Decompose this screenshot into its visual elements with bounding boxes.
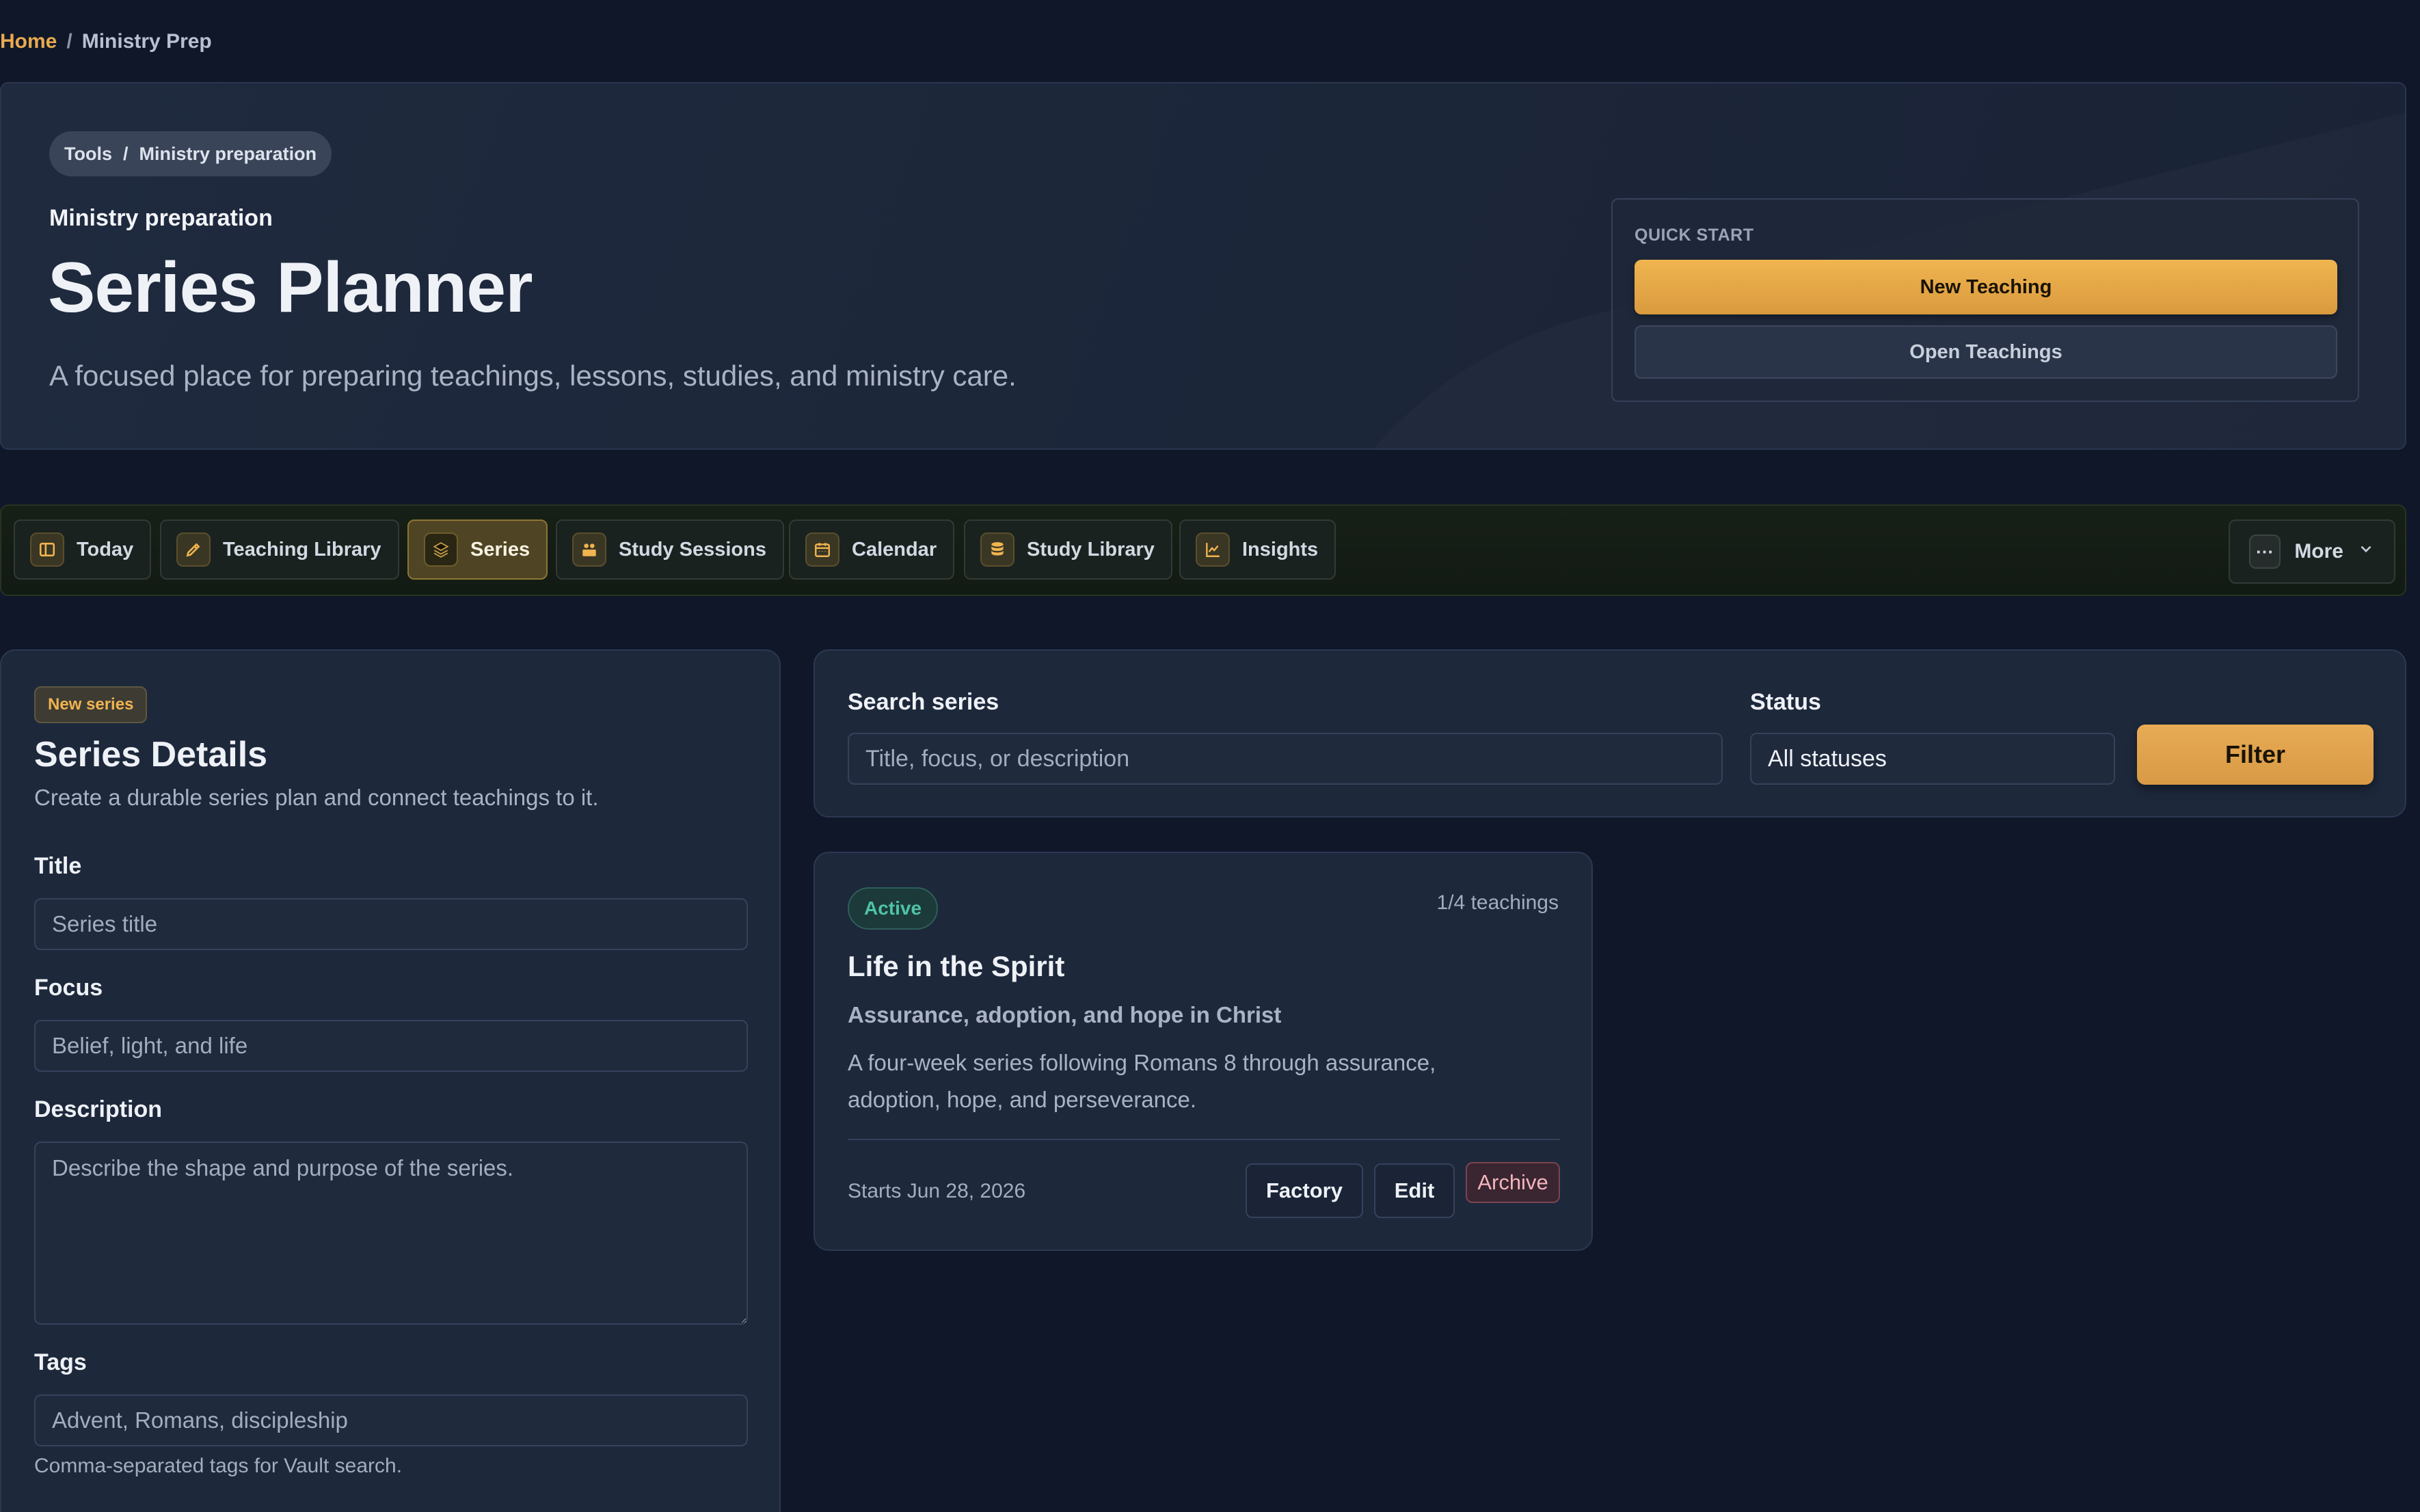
- tab-label: Study Library: [1027, 538, 1155, 561]
- quick-start-label: QUICK START: [1635, 226, 1754, 245]
- layers-icon: [424, 532, 458, 567]
- status-label: Status: [1750, 689, 1821, 715]
- filter-button[interactable]: Filter: [2137, 725, 2374, 785]
- series-title[interactable]: Life in the Spirit: [848, 950, 1064, 983]
- edit-button[interactable]: Edit: [1374, 1163, 1455, 1218]
- calendar-icon: [805, 532, 839, 567]
- database-icon: [980, 532, 1014, 567]
- context-pill-current: Ministry preparation: [139, 143, 317, 164]
- status-select[interactable]: All statuses: [1750, 733, 2115, 785]
- series-card: Active 1/4 teachings Life in the Spirit …: [814, 852, 1593, 1251]
- pen-icon: [176, 532, 211, 567]
- ellipsis-icon: ···: [2249, 535, 2281, 569]
- tab-study-library[interactable]: Study Library: [964, 519, 1172, 580]
- status-badge: Active: [848, 887, 939, 930]
- new-teaching-button[interactable]: New Teaching: [1635, 260, 2337, 314]
- chevron-down-icon: [2357, 540, 2375, 563]
- breadcrumb-home-link[interactable]: Home: [0, 30, 57, 53]
- title-label: Title: [34, 853, 82, 879]
- more-menu-button[interactable]: ··· More: [2229, 519, 2395, 584]
- tab-label: Insights: [1242, 538, 1319, 561]
- context-pill: Tools / Ministry preparation: [49, 131, 332, 176]
- card-divider: [848, 1139, 1560, 1140]
- tab-label: Study Sessions: [619, 538, 766, 561]
- description-label: Description: [34, 1096, 163, 1122]
- tab-label: Series: [470, 538, 530, 561]
- tab-teaching-library[interactable]: Teaching Library: [160, 519, 399, 580]
- chart-icon: [1196, 532, 1230, 567]
- page-title: Series Planner: [48, 248, 533, 327]
- series-details-title: Series Details: [34, 735, 268, 774]
- tags-input[interactable]: [34, 1394, 748, 1446]
- layout-icon: [30, 532, 64, 567]
- tab-today[interactable]: Today: [14, 519, 152, 580]
- tab-insights[interactable]: Insights: [1179, 519, 1336, 580]
- open-teachings-button[interactable]: Open Teachings: [1635, 325, 2337, 379]
- teaching-count: 1/4 teachings: [1436, 891, 1559, 914]
- search-series-label: Search series: [848, 689, 999, 715]
- breadcrumb-current: Ministry Prep: [81, 30, 212, 53]
- focus-input[interactable]: [34, 1020, 748, 1072]
- tab-label: Calendar: [852, 538, 937, 561]
- series-focus: Assurance, adoption, and hope in Christ: [848, 1002, 1282, 1027]
- tab-calendar[interactable]: Calendar: [789, 519, 955, 580]
- tags-help-text: Comma-separated tags for Vault search.: [34, 1455, 403, 1477]
- context-pill-separator: /: [123, 143, 129, 164]
- title-input[interactable]: [34, 898, 748, 950]
- new-series-badge: New series: [34, 686, 148, 723]
- tab-label: Today: [77, 538, 134, 561]
- series-details-subtitle: Create a durable series plan and connect…: [34, 785, 599, 810]
- series-filter-panel: Search series Status All statuses Filter: [814, 649, 2406, 818]
- hero-eyebrow: Ministry preparation: [49, 205, 273, 231]
- quick-start-panel: QUICK START New Teaching Open Teachings: [1611, 198, 2359, 402]
- page-subtitle: A focused place for preparing teachings,…: [49, 360, 1017, 392]
- section-nav: Today Teaching Library Series Study Sess…: [0, 504, 2406, 596]
- series-start-date: Starts Jun 28, 2026: [848, 1180, 1026, 1202]
- description-textarea[interactable]: [34, 1142, 748, 1325]
- search-input[interactable]: [848, 733, 1723, 785]
- tab-series[interactable]: Series: [407, 519, 548, 580]
- tab-label: Teaching Library: [223, 538, 381, 561]
- focus-label: Focus: [34, 975, 103, 1001]
- context-pill-tools[interactable]: Tools: [64, 144, 112, 165]
- factory-button[interactable]: Factory: [1246, 1163, 1363, 1218]
- more-label: More: [2294, 540, 2343, 563]
- series-description: A four-week series following Romans 8 th…: [848, 1050, 1436, 1112]
- series-details-panel: New series Series Details Create a durab…: [0, 649, 781, 1512]
- book-people-icon: [572, 532, 606, 567]
- tab-study-sessions[interactable]: Study Sessions: [556, 519, 784, 580]
- archive-button[interactable]: Archive: [1466, 1162, 1560, 1203]
- tags-label: Tags: [34, 1349, 87, 1375]
- hero-panel: Tools / Ministry preparation Ministry pr…: [0, 82, 2406, 450]
- breadcrumb-separator: /: [66, 30, 72, 53]
- breadcrumb: Home / Ministry Prep: [0, 30, 212, 53]
